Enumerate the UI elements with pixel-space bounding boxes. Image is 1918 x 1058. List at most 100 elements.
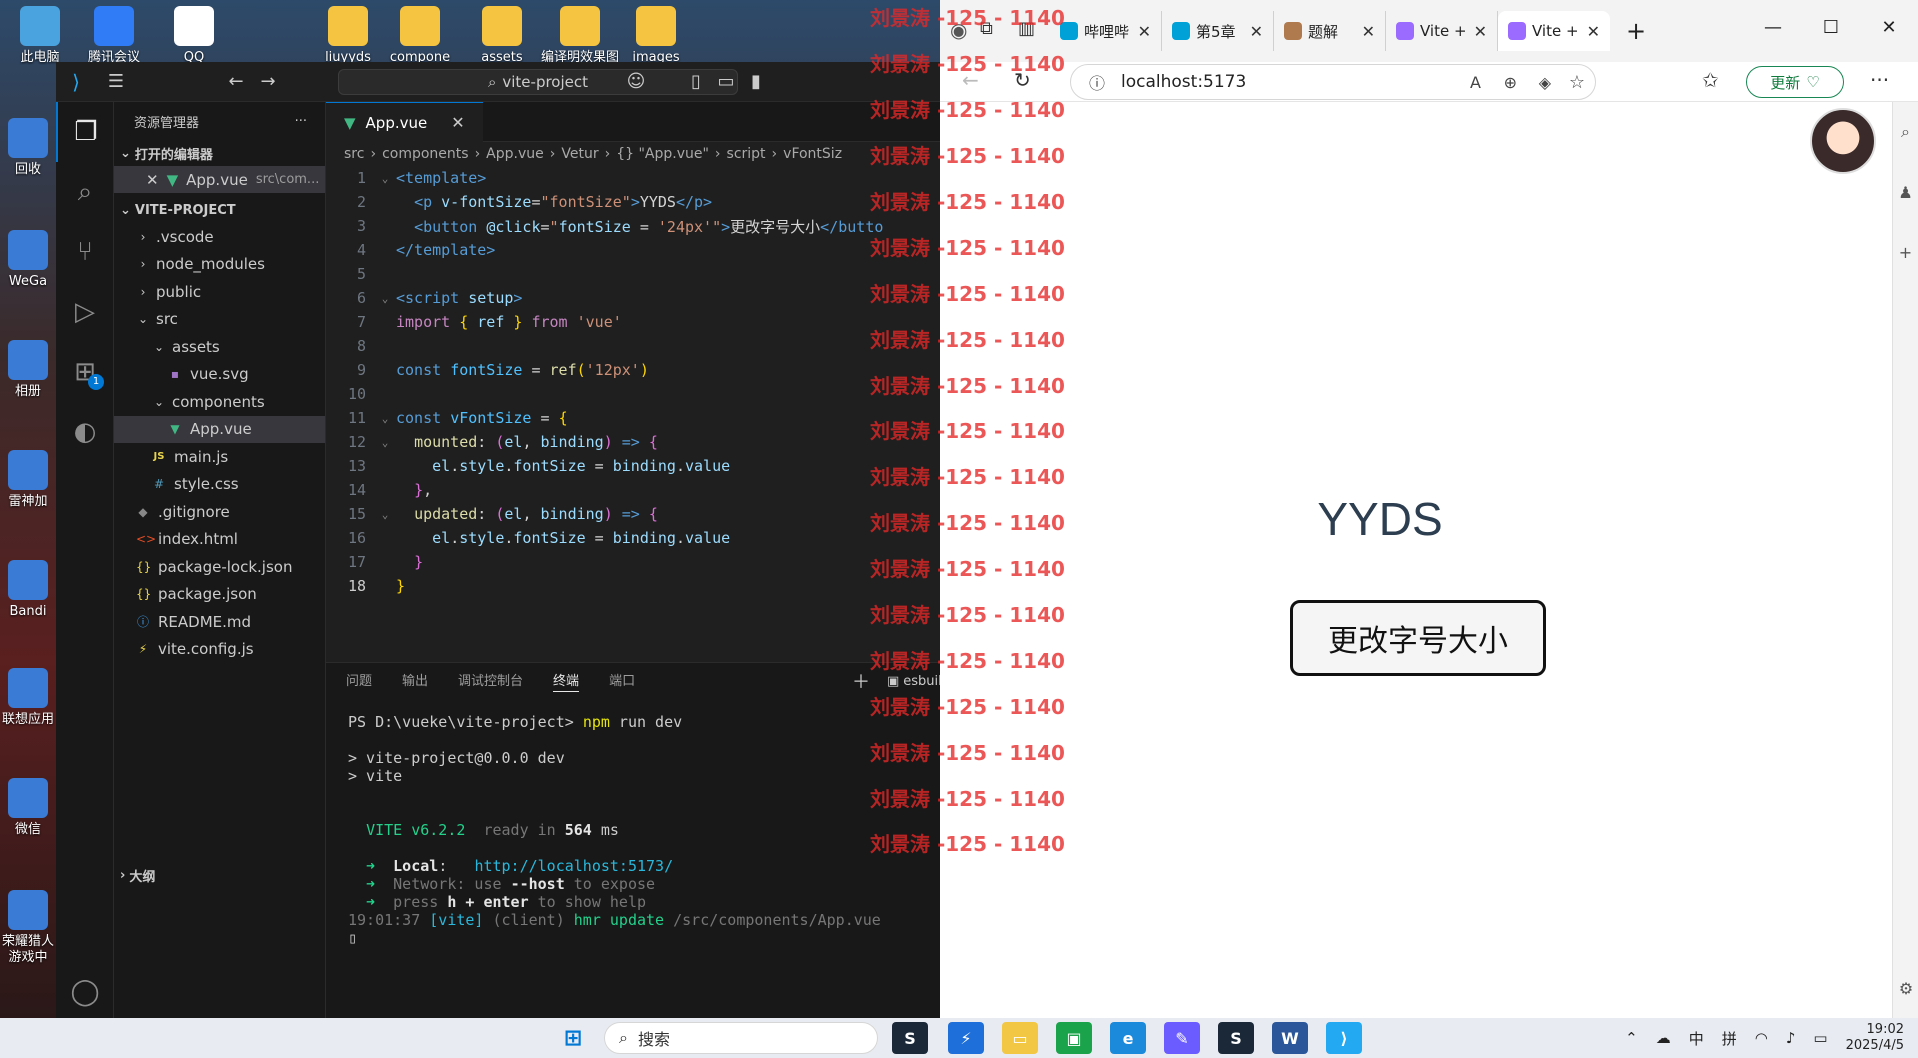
browser-tab[interactable]: Vite + ✕ [1386, 11, 1498, 51]
file-tree-item[interactable]: ⌄ assets [114, 333, 325, 361]
file-tree-item[interactable]: › node_modules [114, 251, 325, 279]
file-tree-item[interactable]: # style.css [114, 471, 325, 499]
code-line[interactable]: 16 el.style.fontSize = binding.value [326, 526, 940, 550]
breadcrumb-item[interactable]: components [382, 146, 469, 162]
profile-icon[interactable]: ◉ [950, 18, 967, 42]
code-line[interactable]: 11 ⌄ const vFontSize = { [326, 406, 940, 430]
copilot-icon[interactable]: ☺ [616, 62, 656, 102]
desktop-icon[interactable]: 荣耀猎人游戏中 [0, 890, 56, 966]
file-tree-item[interactable]: ▪ vue.svg [114, 361, 325, 389]
clock[interactable]: 19:02 2025/4/5 [1846, 1022, 1904, 1054]
file-tree-item[interactable]: ⓘ README.md [114, 608, 325, 636]
battery-icon[interactable]: ▭ [1813, 1029, 1827, 1047]
code-line[interactable]: 8 [326, 334, 940, 358]
code-editor[interactable]: 1 ⌄ <template> 2 <p v-fontSize="fontSize">Y… [326, 166, 940, 598]
zoom-icon[interactable]: ⊕ [1504, 73, 1517, 92]
terminal-instance[interactable]: ▣ esbuild [887, 674, 940, 689]
project-section[interactable]: ⌄ VITE-PROJECT [114, 197, 325, 223]
panel-tab[interactable]: 终端 [553, 670, 580, 692]
settings-icon[interactable]: ⚙ [1893, 958, 1918, 1018]
code-line[interactable]: 13 el.style.fontSize = binding.value [326, 454, 940, 478]
code-line[interactable]: 4 </template> [326, 238, 940, 262]
file-tree-item[interactable]: ▼ App.vue [114, 415, 325, 443]
file-tree-item[interactable]: ⌄ components [114, 388, 325, 416]
word-icon[interactable]: W [1272, 1022, 1308, 1054]
desktop-icon[interactable]: 联想应用 [0, 668, 56, 728]
desktop-icon[interactable]: 雷神加 [0, 450, 56, 510]
cloud-icon[interactable]: ☁ [1656, 1029, 1671, 1047]
panel-tab[interactable]: 调试控制台 [458, 670, 523, 692]
desktop-icon[interactable]: liuyyds [308, 6, 388, 66]
add-icon[interactable]: + [1893, 222, 1918, 282]
fold-chevron-icon[interactable]: ⌄ [374, 292, 396, 305]
desktop-icon[interactable]: QQ [154, 6, 234, 66]
desktop-icon[interactable]: 此电脑 [0, 6, 80, 66]
maximize-icon[interactable]: ☐ [1802, 0, 1860, 54]
edge-devtools-icon[interactable]: ◐ [56, 402, 114, 462]
file-explorer-icon[interactable]: ▭ [1002, 1022, 1038, 1054]
search-icon[interactable]: ⌕ [1893, 102, 1918, 162]
ime-mode[interactable]: 拼 [1722, 1028, 1737, 1049]
tab-app-vue[interactable]: ▼ App.vue ✕ [326, 102, 483, 142]
reload-icon[interactable]: ↻ [1014, 68, 1031, 92]
file-tree-item[interactable]: › .vscode [114, 223, 325, 251]
people-icon[interactable]: ♟ [1893, 162, 1918, 222]
steam-client-icon[interactable]: S [1218, 1022, 1254, 1054]
chevron-up-icon[interactable]: ⌃ [1625, 1029, 1638, 1047]
close-tab-icon[interactable]: ✕ [1138, 22, 1151, 41]
panel-tab[interactable]: 输出 [402, 670, 428, 692]
code-line[interactable]: 10 [326, 382, 940, 406]
fold-chevron-icon[interactable]: ⌄ [374, 172, 396, 185]
fold-chevron-icon[interactable]: ⌄ [374, 436, 396, 449]
desktop-icon[interactable]: 相册 [0, 340, 56, 400]
desktop-icon[interactable]: Bandi [0, 560, 56, 620]
code-line[interactable]: 17 } [326, 550, 940, 574]
file-tree-item[interactable]: {} package.json [114, 581, 325, 609]
code-line[interactable]: 7 import { ref } from 'vue' [326, 310, 940, 334]
breadcrumb-item[interactable]: Vetur [561, 146, 598, 162]
file-tree-item[interactable]: ⌄ src [114, 306, 325, 334]
code-line[interactable]: 5 [326, 262, 940, 286]
file-tree-item[interactable]: {} package-lock.json [114, 553, 325, 581]
code-line[interactable]: 3 <button @click="fontSize = '24px'">更改字… [326, 214, 940, 238]
browser-tab[interactable]: Vite + ✕ [1498, 11, 1610, 51]
editor-app-icon[interactable]: ✎ [1164, 1022, 1200, 1054]
file-tree-item[interactable]: › public [114, 278, 325, 306]
vertical-tabs-icon[interactable]: ▥ [1018, 18, 1035, 39]
new-terminal-icon[interactable]: ＋ [852, 668, 870, 694]
code-line[interactable]: 15 ⌄ updated: (el, binding) => { [326, 502, 940, 526]
code-line[interactable]: 9 const fontSize = ref('12px') [326, 358, 940, 382]
breadcrumb-item[interactable]: src [344, 146, 364, 162]
more-menu-icon[interactable]: ··· [1870, 68, 1889, 92]
avatar[interactable] [1810, 108, 1876, 174]
explorer-icon[interactable]: ❐ [56, 102, 114, 162]
open-editors-section[interactable]: ⌄ 打开的编辑器 [114, 140, 325, 166]
extensions-icon[interactable]: ⊞ 1 [56, 342, 114, 402]
breadcrumb-item[interactable]: vFontSiz [783, 146, 842, 162]
panel-tab[interactable]: 问题 [346, 670, 372, 692]
breadcrumb-item[interactable]: App.vue [486, 146, 544, 162]
browser-tab[interactable]: 题解 ✕ [1274, 11, 1386, 51]
new-tab-icon[interactable]: + [1626, 17, 1646, 45]
fold-chevron-icon[interactable]: ⌄ [374, 508, 396, 521]
steam-icon[interactable]: S [892, 1022, 928, 1054]
vscode-taskbar-icon[interactable]: ⟩ [1326, 1022, 1362, 1054]
code-line[interactable]: 2 <p v-fontSize="fontSize">YYDS</p> [326, 190, 940, 214]
desktop-icon[interactable]: images [616, 6, 696, 66]
close-window-icon[interactable]: ✕ [1860, 0, 1918, 54]
desktop-icon[interactable]: assets [462, 6, 542, 66]
code-line[interactable]: 1 ⌄ <template> [326, 166, 940, 190]
file-tree-item[interactable]: ⚡ vite.config.js [114, 636, 325, 664]
favorites-icon[interactable]: ✩ [1702, 68, 1719, 92]
source-control-icon[interactable]: ⑂ [56, 222, 114, 282]
code-line[interactable]: 12 ⌄ mounted: (el, binding) => { [326, 430, 940, 454]
close-tab-icon[interactable]: ✕ [1474, 22, 1487, 41]
breadcrumb-item[interactable]: {} "App.vue" [616, 146, 709, 162]
read-aloud-icon[interactable]: A [1470, 73, 1481, 92]
more-actions-icon[interactable]: ··· [295, 114, 307, 129]
browser-tab[interactable]: 第5章 ✕ [1162, 11, 1274, 51]
desktop-icon[interactable]: 微信 [0, 778, 56, 838]
search-icon[interactable]: ⌕ [56, 162, 114, 222]
code-line[interactable]: 18} [326, 574, 940, 598]
code-line[interactable]: 6 ⌄ <script setup> [326, 286, 940, 310]
